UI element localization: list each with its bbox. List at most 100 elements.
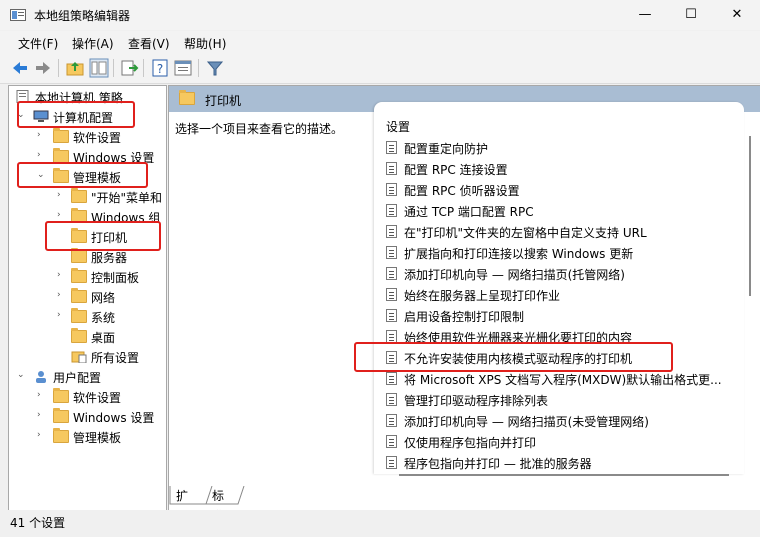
title-bar: 本地组策略编辑器 — ☐ ✕ bbox=[0, 0, 760, 30]
menu-bar: 文件(F) 操作(A) 查看(V) 帮助(H) bbox=[0, 31, 760, 53]
policy-setting-icon bbox=[386, 435, 397, 448]
chevron-right-icon[interactable]: › bbox=[37, 430, 47, 442]
maximize-button[interactable]: ☐ bbox=[668, 0, 714, 30]
policy-setting-icon bbox=[386, 351, 397, 364]
chevron-down-icon[interactable]: ⌄ bbox=[17, 110, 27, 122]
folder-icon bbox=[71, 188, 87, 203]
panel-title: 打印机 bbox=[205, 94, 242, 108]
toolbar: ? bbox=[0, 53, 760, 84]
toolbar-separator bbox=[198, 59, 199, 77]
tree-label: Windows 设置 bbox=[73, 411, 155, 425]
properties-icon[interactable] bbox=[173, 58, 193, 78]
chevron-right-icon[interactable]: › bbox=[37, 410, 47, 422]
folder-icon bbox=[71, 308, 87, 323]
tree-label: 软件设置 bbox=[73, 391, 122, 405]
export-list-icon[interactable] bbox=[119, 58, 139, 78]
tree-label: Windows 设置 bbox=[73, 151, 155, 165]
chevron-right-icon[interactable]: › bbox=[57, 270, 67, 282]
policy-document-icon bbox=[15, 90, 31, 103]
folder-icon bbox=[53, 148, 69, 163]
folder-icon bbox=[53, 168, 69, 183]
chevron-right-icon[interactable]: › bbox=[57, 190, 67, 202]
all-settings-icon bbox=[71, 350, 87, 364]
tree-label: 计算机配置 bbox=[53, 111, 114, 125]
tree-label: Windows 组 bbox=[91, 211, 161, 225]
folder-icon bbox=[71, 288, 87, 303]
policy-setting-icon bbox=[386, 456, 397, 469]
toolbar-separator bbox=[58, 59, 59, 77]
help-icon[interactable]: ? bbox=[150, 58, 170, 78]
folder-icon bbox=[71, 208, 87, 223]
menu-view[interactable]: 查看(V) bbox=[128, 35, 170, 52]
chevron-right-icon[interactable]: › bbox=[37, 390, 47, 402]
toolbar-separator bbox=[113, 59, 114, 77]
toolbar-separator bbox=[143, 59, 144, 77]
policy-setting-icon bbox=[386, 414, 397, 427]
chevron-right-icon[interactable]: › bbox=[57, 210, 67, 222]
tree-label: 软件设置 bbox=[73, 131, 122, 145]
close-button[interactable]: ✕ bbox=[714, 0, 760, 30]
up-folder-icon[interactable] bbox=[65, 58, 85, 78]
tree-label: 打印机 bbox=[91, 231, 128, 245]
forward-arrow-icon[interactable] bbox=[33, 58, 53, 78]
tree-label: 管理模板 bbox=[73, 431, 122, 445]
folder-icon bbox=[71, 328, 87, 343]
column-header-setting[interactable]: 设置 bbox=[386, 118, 410, 135]
show-hide-tree-icon[interactable] bbox=[89, 58, 109, 78]
computer-icon bbox=[33, 110, 49, 123]
folder-icon bbox=[71, 268, 87, 283]
chevron-right-icon[interactable]: › bbox=[37, 130, 47, 142]
tab-standard[interactable]: 标准 bbox=[208, 486, 228, 523]
chevron-down-icon[interactable]: ⌄ bbox=[37, 170, 47, 182]
policy-editor-app-icon bbox=[10, 8, 26, 22]
minimize-icon: — bbox=[638, 7, 652, 22]
tree-label: "开始"菜单和 bbox=[91, 191, 163, 205]
back-arrow-icon[interactable] bbox=[10, 58, 30, 78]
close-icon: ✕ bbox=[731, 7, 743, 22]
policy-setting-icon bbox=[386, 246, 397, 259]
menu-file[interactable]: 文件(F) bbox=[18, 35, 58, 52]
tab-extended[interactable]: 扩展 bbox=[172, 486, 192, 523]
policy-setting-icon bbox=[386, 183, 397, 196]
policy-setting-icon bbox=[386, 162, 397, 175]
folder-icon bbox=[53, 428, 69, 443]
maximize-icon: ☐ bbox=[685, 7, 697, 22]
folder-icon bbox=[71, 228, 87, 243]
policy-setting-icon bbox=[386, 330, 397, 343]
navigation-tree: 本地计算机 策略 ⌄ 计算机配置 › 软件设置 › Windows 设置 ⌄ 管… bbox=[8, 85, 167, 512]
policy-setting-icon bbox=[386, 372, 397, 385]
policy-setting-icon bbox=[386, 393, 397, 406]
status-bar: 41 个设置 bbox=[0, 510, 760, 537]
folder-icon bbox=[53, 128, 69, 143]
tree-label: 本地计算机 策略 bbox=[35, 91, 123, 105]
scrollbar-thumb[interactable] bbox=[749, 136, 751, 296]
filter-icon[interactable] bbox=[205, 58, 225, 78]
settings-list: 设置 配置重定向防护 配置 RPC 连接设置 配置 RPC 侦听器设置 通过 T… bbox=[374, 102, 744, 474]
description-text: 选择一个项目来查看它的描述。 bbox=[175, 122, 344, 136]
tree-label: 网络 bbox=[91, 291, 116, 305]
chevron-down-icon[interactable]: ⌄ bbox=[17, 370, 27, 382]
policy-setting-icon bbox=[386, 225, 397, 238]
horizontal-scrollbar[interactable] bbox=[399, 474, 729, 476]
chevron-right-icon[interactable]: › bbox=[57, 310, 67, 322]
chevron-right-icon[interactable]: › bbox=[57, 290, 67, 302]
folder-icon bbox=[53, 408, 69, 423]
user-icon bbox=[33, 370, 49, 383]
svg-text:?: ? bbox=[157, 62, 163, 76]
vertical-scrollbar[interactable] bbox=[747, 116, 753, 296]
menu-action[interactable]: 操作(A) bbox=[72, 35, 114, 52]
tree-label: 控制面板 bbox=[91, 271, 140, 285]
policy-setting-icon bbox=[386, 267, 397, 280]
policy-setting-icon bbox=[386, 309, 397, 322]
menu-help[interactable]: 帮助(H) bbox=[184, 35, 226, 52]
folder-icon bbox=[71, 248, 87, 263]
tree-label: 所有设置 bbox=[91, 351, 140, 365]
policy-setting-icon bbox=[386, 204, 397, 217]
tree-label: 系统 bbox=[91, 311, 116, 325]
policy-setting-icon bbox=[386, 288, 397, 301]
tree-label: 服务器 bbox=[91, 251, 128, 265]
tree-label: 用户配置 bbox=[53, 371, 102, 385]
minimize-button[interactable]: — bbox=[622, 0, 668, 30]
chevron-right-icon[interactable]: › bbox=[37, 150, 47, 162]
folder-icon bbox=[179, 90, 195, 105]
